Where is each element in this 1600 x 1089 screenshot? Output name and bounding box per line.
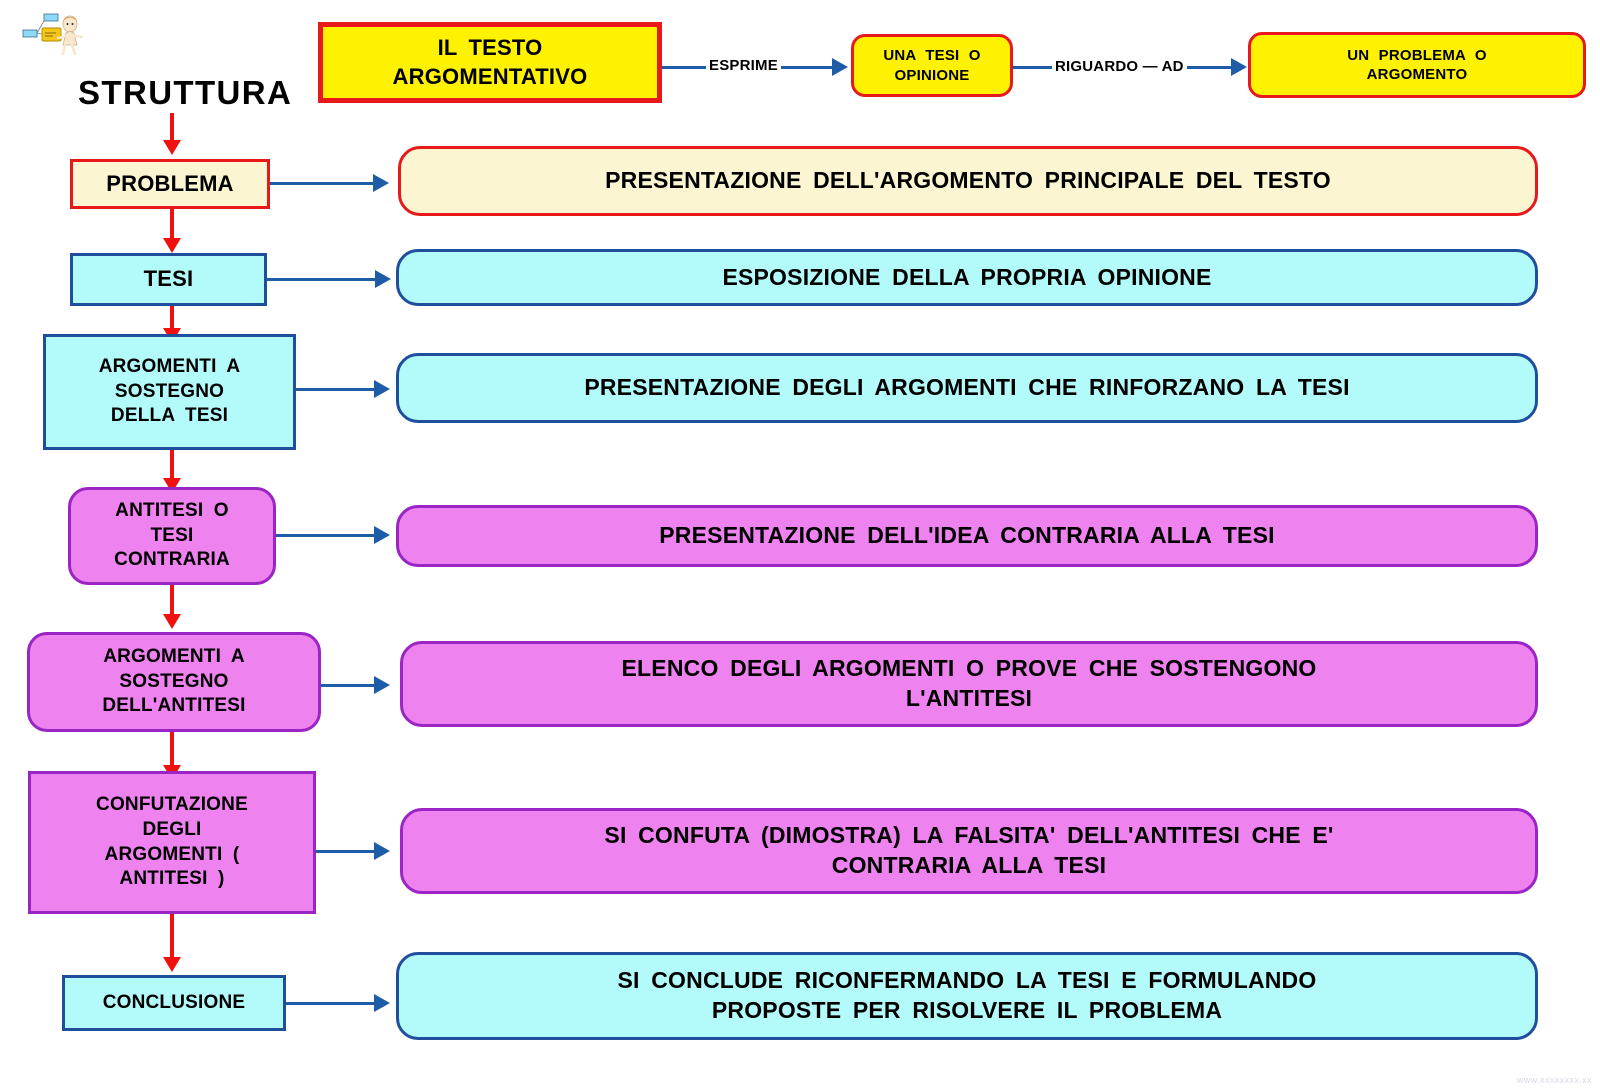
step-description-tesi: ESPOSIZIONE DELLA PROPRIA OPINIONE xyxy=(396,249,1538,306)
down-arrow-icon xyxy=(163,614,181,629)
diagram-canvas: STRUTTURA IL TESTO ARGOMENTATIVO ESPRIME… xyxy=(0,0,1600,1089)
edge-label-riguardo-ad: RIGUARDO — AD xyxy=(1052,58,1187,75)
connector-problema xyxy=(270,182,375,185)
step-description-argomenti-antitesi: ELENCO DEGLI ARGOMENTI O PROVE CHE SOSTE… xyxy=(400,641,1538,727)
right-arrow-icon xyxy=(374,676,390,694)
right-arrow-icon xyxy=(832,58,848,76)
connector-confutazione xyxy=(316,850,376,853)
step-label-conclusione: CONCLUSIONE xyxy=(62,975,286,1031)
step-label-argomenti-tesi: ARGOMENTI A SOSTEGNO DELLA TESI xyxy=(43,334,296,450)
right-arrow-icon xyxy=(373,174,389,192)
step-description-problema: PRESENTAZIONE DELL'ARGOMENTO PRINCIPALE … xyxy=(398,146,1538,216)
right-arrow-icon xyxy=(374,842,390,860)
spine-line-2 xyxy=(170,208,174,241)
step-description-antitesi: PRESENTAZIONE DELL'IDEA CONTRARIA ALLA T… xyxy=(396,505,1538,567)
down-arrow-icon xyxy=(163,957,181,972)
spine-line-5 xyxy=(170,580,174,618)
step-label-confutazione: CONFUTAZIONE DEGLI ARGOMENTI ( ANTITESI … xyxy=(28,771,316,914)
step-description-argomenti-tesi: PRESENTAZIONE DEGLI ARGOMENTI CHE RINFOR… xyxy=(396,353,1538,423)
spine-line-4 xyxy=(170,448,174,481)
step-label-antitesi: ANTITESI O TESI CONTRARIA xyxy=(68,487,276,585)
connector-antitesi xyxy=(276,534,376,537)
person-with-diagram-icon xyxy=(22,13,84,56)
step-label-problema: PROBLEMA xyxy=(70,159,270,209)
node-problema-o-argomento: UN PROBLEMA O ARGOMENTO xyxy=(1248,32,1586,98)
step-label-argomenti-antitesi: ARGOMENTI A SOSTEGNO DELL'ANTITESI xyxy=(27,632,321,732)
right-arrow-icon xyxy=(1231,58,1247,76)
watermark: www.xxxxxxxx.xx xyxy=(1516,1075,1592,1085)
step-description-conclusione: SI CONCLUDE RICONFERMANDO LA TESI E FORM… xyxy=(396,952,1538,1040)
connector-argomenti-antitesi xyxy=(321,684,376,687)
node-testo-argomentativo: IL TESTO ARGOMENTATIVO xyxy=(318,22,662,103)
page-title: STRUTTURA xyxy=(78,74,293,111)
spine-line-1 xyxy=(170,113,174,143)
right-arrow-icon xyxy=(375,270,391,288)
connector-conclusione xyxy=(286,1002,376,1005)
node-tesi-o-opinione: UNA TESI O OPINIONE xyxy=(851,34,1013,97)
step-description-confutazione: SI CONFUTA (DIMOSTRA) LA FALSITA' DELL'A… xyxy=(400,808,1538,894)
right-arrow-icon xyxy=(374,526,390,544)
right-arrow-icon xyxy=(374,380,390,398)
right-arrow-icon xyxy=(374,994,390,1012)
connector-argomenti-tesi xyxy=(296,388,376,391)
spine-line-6 xyxy=(170,732,174,769)
down-arrow-icon xyxy=(163,140,181,155)
connector-tesi xyxy=(267,278,377,281)
step-label-tesi: TESI xyxy=(70,253,267,306)
edge-label-esprime: ESPRIME xyxy=(706,57,781,74)
down-arrow-icon xyxy=(163,238,181,253)
spine-line-7 xyxy=(170,912,174,960)
